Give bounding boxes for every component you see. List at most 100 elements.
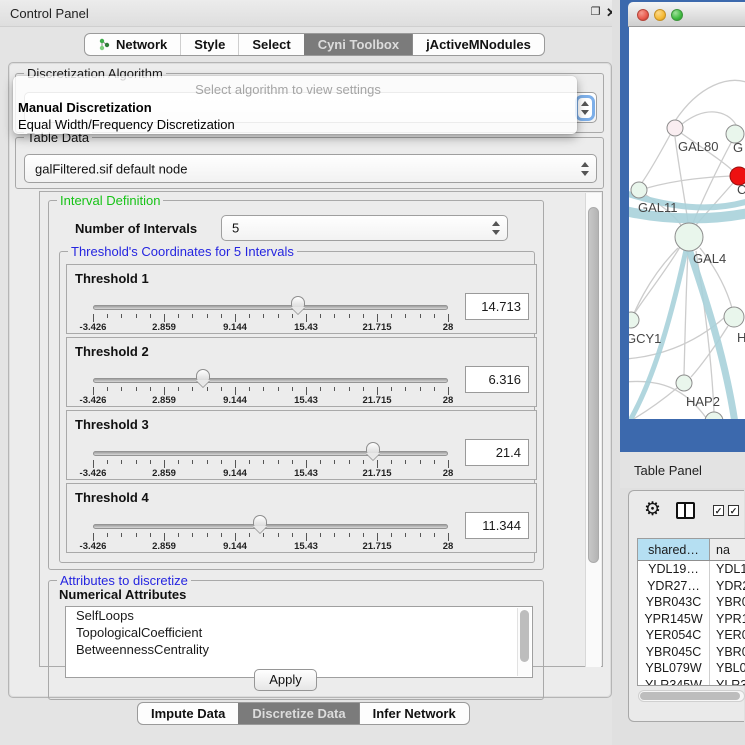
settings-scrollbar-thumb[interactable]: [588, 207, 599, 563]
settings-vertical-scrollbar[interactable]: [585, 193, 601, 667]
minimize-traffic-light-icon[interactable]: [654, 9, 666, 21]
gear-icon[interactable]: ⚙: [644, 498, 661, 521]
table-cell[interactable]: YPR145W: [638, 611, 709, 628]
network-node[interactable]: [667, 120, 683, 136]
threshold-value-field[interactable]: 21.4: [465, 439, 529, 466]
slider-tick-label: 15.43: [294, 541, 318, 552]
close-traffic-light-icon[interactable]: [637, 9, 649, 21]
combobox-stepper-icon[interactable]: [489, 218, 503, 238]
node-attribute-table[interactable]: shared…naYDL19…YDL1YDR27…YDR2YBR043CYBR0…: [637, 538, 745, 686]
float-window-icon[interactable]: ❐: [588, 5, 603, 20]
algorithm-option[interactable]: Manual Discretization: [18, 100, 152, 115]
table-cell[interactable]: YBR0: [709, 594, 745, 611]
table-row[interactable]: YER054CYER0: [638, 627, 745, 644]
checkbox-icon[interactable]: ✓: [728, 505, 739, 516]
split-columns-icon[interactable]: [676, 502, 695, 519]
zoom-traffic-light-icon[interactable]: [671, 9, 683, 21]
combobox-stepper-icon[interactable]: [578, 159, 592, 179]
threshold-panel: Threshold 1-3.4262.8599.14415.4321.71528…: [66, 264, 537, 334]
table-cell[interactable]: YBL0: [709, 660, 745, 677]
attribute-list-item[interactable]: TopologicalCoefficient: [66, 624, 532, 641]
numerical-attributes-list[interactable]: SelfLoopsTopologicalCoefficientBetweenne…: [65, 606, 533, 678]
network-edge[interactable]: [641, 135, 670, 184]
tab-jactivemnodules[interactable]: jActiveMNodules: [412, 34, 544, 55]
table-row[interactable]: YDL19…YDL1: [638, 561, 745, 578]
checkbox-icon[interactable]: ✓: [713, 505, 724, 516]
threshold-slider-thumb[interactable]: [253, 515, 267, 526]
attribute-list-item[interactable]: SelfLoops: [66, 607, 532, 624]
network-node[interactable]: [631, 182, 647, 198]
table-cell[interactable]: YBR045C: [638, 644, 709, 661]
column-header[interactable]: shared…: [638, 539, 709, 560]
threshold-slider-track[interactable]: [93, 451, 448, 456]
table-cell[interactable]: YER0: [709, 627, 745, 644]
table-cell[interactable]: YER054C: [638, 627, 709, 644]
table-scrollbar-thumb[interactable]: [640, 692, 740, 700]
network-window-titlebar[interactable]: [628, 2, 745, 27]
tab-infer-network[interactable]: Infer Network: [359, 703, 469, 724]
number-of-intervals-value: 5: [232, 221, 239, 236]
table-row[interactable]: YLR345WYLR3: [638, 677, 745, 687]
apply-button[interactable]: Apply: [254, 669, 317, 691]
network-node[interactable]: [724, 307, 744, 327]
tab-impute-data[interactable]: Impute Data: [138, 703, 238, 724]
threshold-slider-thumb[interactable]: [196, 369, 210, 380]
slider-tick-label: 15.43: [294, 395, 318, 406]
table-cell[interactable]: YDR27…: [638, 578, 709, 595]
slider-tick: [121, 533, 122, 537]
network-edge[interactable]: [647, 176, 731, 188]
network-canvas[interactable]: GAL80GCGAL11GAL4GCY1HHAP2: [629, 27, 745, 419]
threshold-slider-thumb[interactable]: [291, 296, 305, 307]
network-edge[interactable]: [682, 112, 737, 127]
list-scrollbar[interactable]: [517, 608, 531, 676]
table-cell[interactable]: YDL19…: [638, 561, 709, 578]
table-cell[interactable]: YBL079W: [638, 660, 709, 677]
number-of-intervals-combobox[interactable]: 5: [221, 215, 508, 241]
network-node[interactable]: [676, 375, 692, 391]
tab-cyni-toolbox[interactable]: Cyni Toolbox: [304, 34, 412, 55]
tab-select[interactable]: Select: [238, 34, 303, 55]
table-data-combobox[interactable]: galFiltered.sif default node: [24, 154, 597, 183]
slider-tick: [121, 314, 122, 318]
numerical-attributes-label: Numerical Attributes: [59, 587, 186, 602]
table-horizontal-scrollbar[interactable]: [638, 690, 745, 702]
slider-tick: [136, 533, 137, 537]
slider-tick: [306, 460, 307, 468]
algorithm-option[interactable]: Equal Width/Frequency Discretization: [18, 117, 235, 132]
table-cell[interactable]: YDR2: [709, 578, 745, 595]
attribute-list-item[interactable]: BetweennessCentrality: [66, 641, 532, 658]
table-cell[interactable]: YLR3: [709, 677, 745, 687]
tab-style[interactable]: Style: [180, 34, 238, 55]
table-cell[interactable]: YLR345W: [638, 677, 709, 687]
network-node[interactable]: [705, 412, 723, 419]
network-edge[interactable]: [684, 251, 688, 375]
list-scrollbar-thumb[interactable]: [520, 610, 529, 662]
slider-tick: [207, 460, 208, 464]
tab-discretize-data[interactable]: Discretize Data: [238, 703, 358, 724]
table-cell[interactable]: YDL1: [709, 561, 745, 578]
threshold-slider-track[interactable]: [93, 378, 448, 383]
threshold-value-field[interactable]: 11.344: [465, 512, 529, 539]
threshold-slider-track[interactable]: [93, 524, 448, 529]
network-edge[interactable]: [675, 80, 745, 121]
table-row[interactable]: YBR043CYBR0: [638, 594, 745, 611]
table-row[interactable]: YBL079WYBL0: [638, 660, 745, 677]
network-node[interactable]: [629, 312, 639, 328]
table-row[interactable]: YDR27…YDR2: [638, 578, 745, 595]
threshold-slider-thumb[interactable]: [366, 442, 380, 453]
threshold-slider-track[interactable]: [93, 305, 448, 310]
network-node[interactable]: [675, 223, 703, 251]
table-cell[interactable]: YPR1: [709, 611, 745, 628]
combobox-stepper-icon[interactable]: [578, 98, 592, 118]
table-cell[interactable]: YBR0: [709, 644, 745, 661]
table-panel-title: Table Panel: [634, 463, 702, 478]
slider-tick: [334, 533, 335, 537]
column-header[interactable]: na: [709, 539, 745, 560]
tab-network[interactable]: Network: [85, 34, 180, 55]
table-cell[interactable]: YBR043C: [638, 594, 709, 611]
threshold-value-field[interactable]: 14.713: [465, 293, 529, 320]
table-row[interactable]: YPR145WYPR1: [638, 611, 745, 628]
table-row[interactable]: YBR045CYBR0: [638, 644, 745, 661]
network-graph: GAL80GCGAL11GAL4GCY1HHAP2: [629, 27, 745, 419]
threshold-value-field[interactable]: 6.316: [465, 366, 529, 393]
